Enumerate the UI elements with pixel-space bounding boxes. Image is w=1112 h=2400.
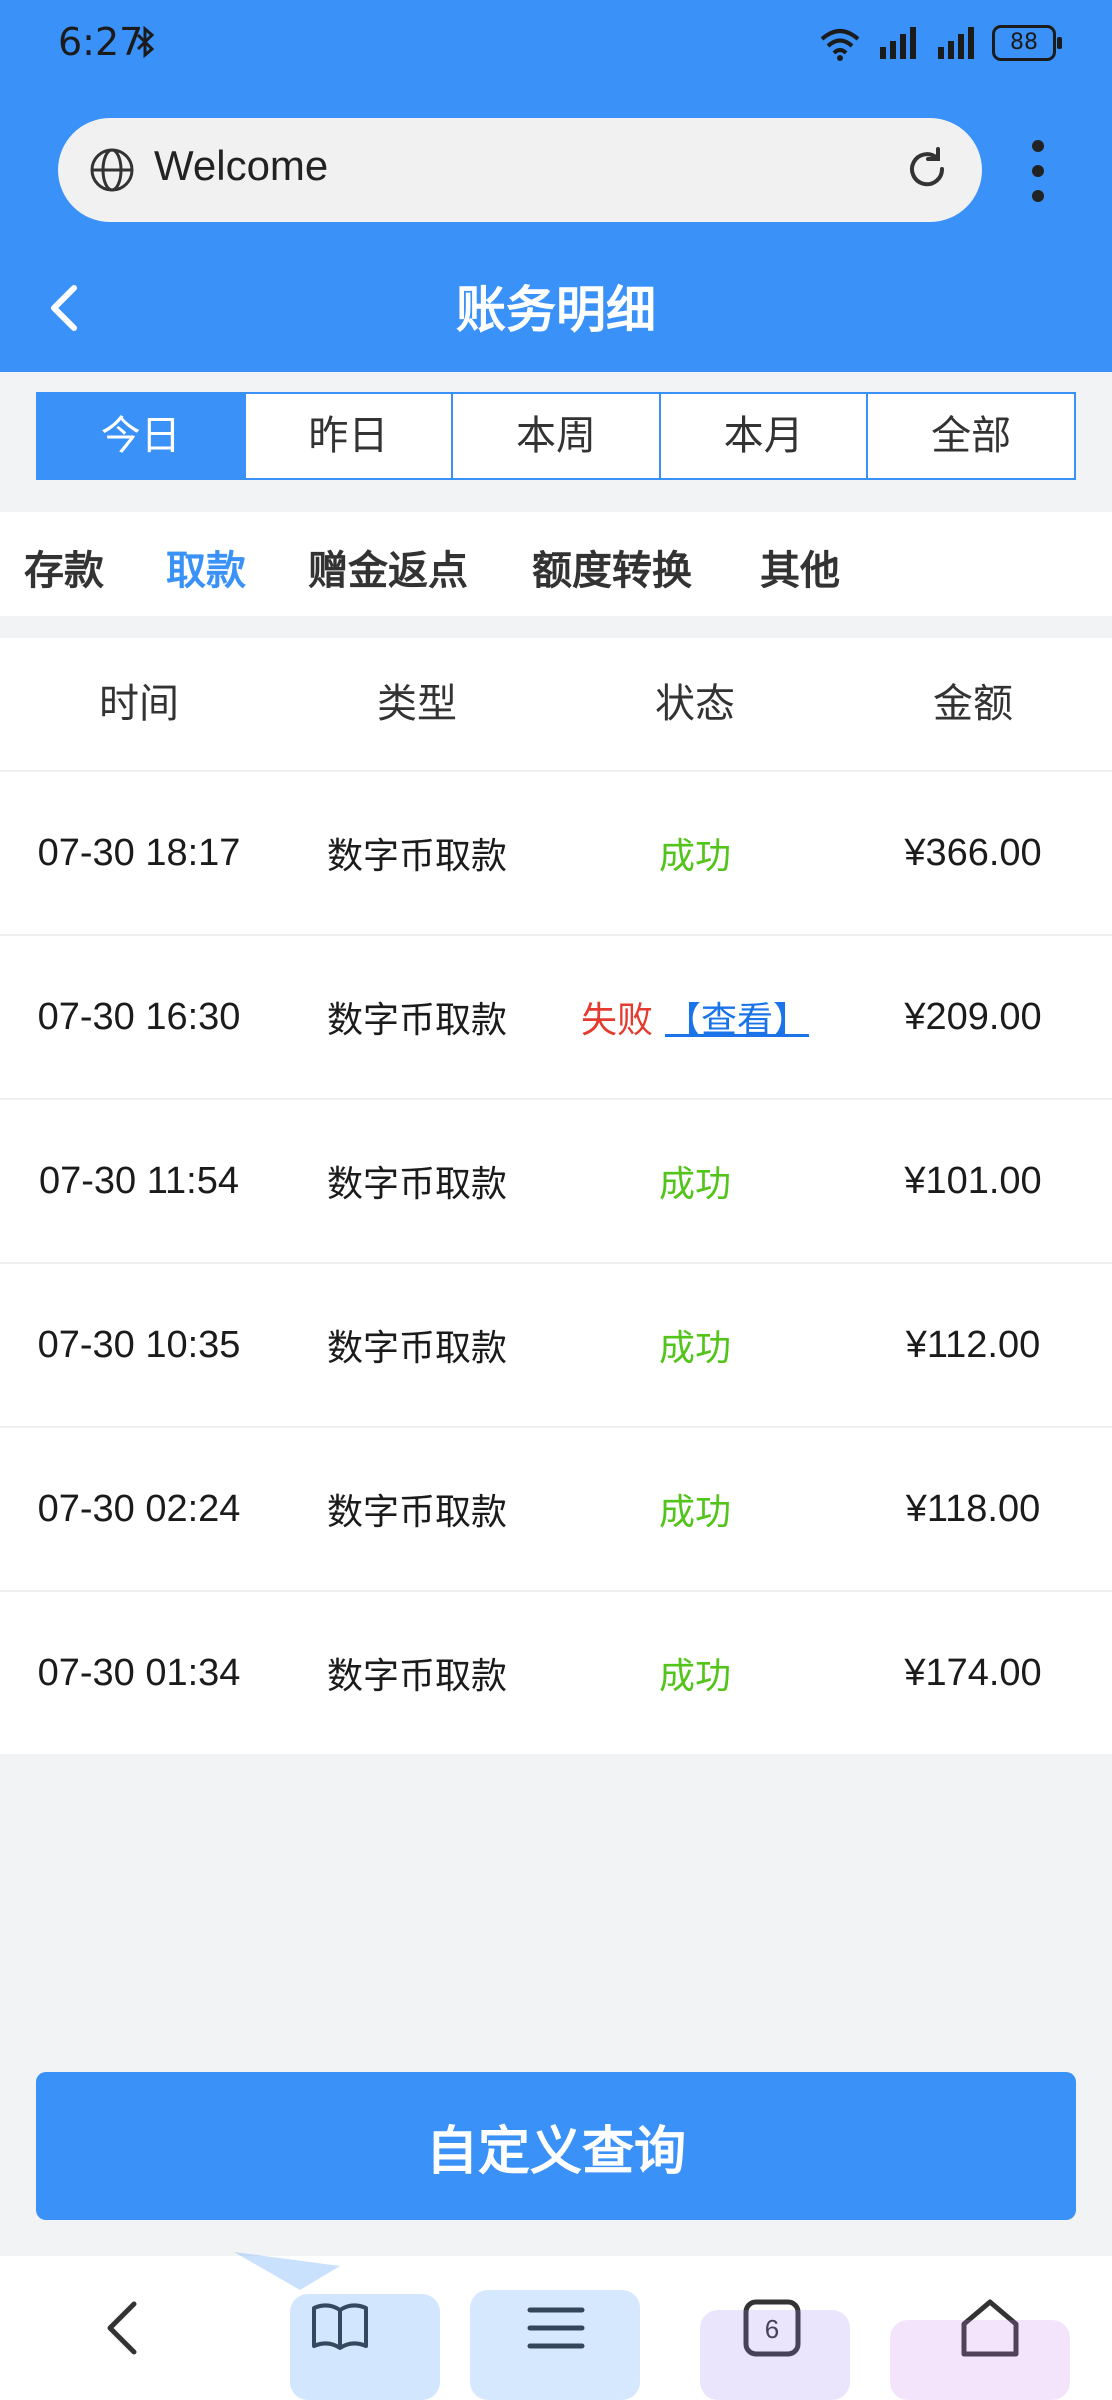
view-details-link[interactable]: 【查看】 — [665, 1000, 809, 1041]
tab-other[interactable]: 其他 — [760, 538, 840, 596]
row-type: 数字币取款 — [326, 836, 507, 877]
table-row: 07-30 10:35 数字币取款 成功 ¥112.00 — [0, 1264, 1112, 1428]
tab-withdraw[interactable]: 取款 — [166, 538, 246, 596]
row-status: 成功 — [658, 1656, 731, 1697]
tab-this-month[interactable]: 本月 — [658, 394, 867, 478]
table-row: 07-30 16:30 数字币取款 失败 【查看】 ¥209.00 — [0, 936, 1112, 1100]
reload-icon[interactable] — [902, 144, 952, 194]
tab-yesterday[interactable]: 昨日 — [243, 394, 452, 478]
bluetooth-icon — [136, 26, 155, 58]
table-row: 07-30 01:34 数字币取款 成功 ¥174.00 — [0, 1592, 1112, 1754]
signal-icon — [880, 27, 916, 59]
wifi-icon — [820, 29, 860, 61]
address-bar[interactable]: Welcome — [58, 118, 982, 222]
tab-all[interactable]: 全部 — [866, 394, 1074, 478]
column-header-status: 状态 — [655, 681, 735, 727]
custom-query-button[interactable]: 自定义查询 — [36, 2072, 1076, 2220]
more-icon[interactable] — [1028, 138, 1048, 204]
tab-today[interactable]: 今日 — [38, 394, 244, 478]
period-tabs: 今日 昨日 本周 本月 全部 — [36, 392, 1076, 480]
row-time: 07-30 01:34 — [37, 1651, 241, 1694]
tab-credit-transfer[interactable]: 额度转换 — [532, 538, 692, 596]
row-status-cell: 失败 【查看】 — [556, 991, 834, 1043]
table-header: 时间 类型 状态 金额 — [0, 638, 1112, 772]
row-status: 成功 — [658, 1328, 731, 1369]
status-time: 6:27 — [58, 20, 144, 64]
app-header: 6:27 88 Welcome 账务明细 — [0, 0, 1112, 372]
page: 6:27 88 Welcome 账务明细 今日 昨日 本周 本月 全部 存款 取… — [0, 0, 1112, 2400]
row-status: 成功 — [658, 836, 731, 877]
status-indicators: 88 — [818, 22, 1062, 64]
row-amount: ¥101.00 — [904, 1159, 1042, 1202]
row-type: 数字币取款 — [326, 1000, 507, 1041]
row-status: 成功 — [658, 1492, 731, 1533]
row-time: 07-30 11:54 — [38, 1159, 240, 1202]
battery-indicator: 88 — [992, 25, 1062, 61]
table-row: 07-30 11:54 数字币取款 成功 ¥101.00 — [0, 1100, 1112, 1264]
row-type: 数字币取款 — [326, 1328, 507, 1369]
row-amount: ¥112.00 — [905, 1323, 1041, 1366]
row-status: 失败 — [580, 1000, 653, 1041]
globe-icon — [90, 148, 134, 192]
row-amount: ¥118.00 — [905, 1487, 1041, 1530]
column-header-amount: 金额 — [933, 681, 1013, 727]
table-row: 07-30 02:24 数字币取款 成功 ¥118.00 — [0, 1428, 1112, 1592]
row-time: 07-30 10:35 — [37, 1323, 241, 1366]
signal-icon — [938, 27, 974, 59]
transaction-table: 时间 类型 状态 金额 07-30 18:17 数字币取款 成功 ¥366.00… — [0, 638, 1112, 1754]
column-header-time: 时间 — [99, 681, 179, 727]
page-title: 账务明细 — [456, 281, 656, 339]
row-amount: ¥366.00 — [904, 831, 1042, 874]
page-url-title: Welcome — [154, 142, 329, 189]
tab-deposit[interactable]: 存款 — [24, 538, 104, 596]
row-time: 07-30 18:17 — [37, 831, 241, 874]
category-tabs: 存款 取款 赠金返点 额度转换 其他 — [0, 512, 1112, 616]
row-amount: ¥209.00 — [904, 995, 1042, 1038]
watermark-logo-icon — [234, 2252, 1070, 2400]
row-time: 07-30 16:30 — [37, 995, 241, 1038]
row-type: 数字币取款 — [326, 1656, 507, 1697]
table-row: 07-30 18:17 数字币取款 成功 ¥366.00 — [0, 772, 1112, 936]
row-type: 数字币取款 — [326, 1492, 507, 1533]
tab-bonus-rebate[interactable]: 赠金返点 — [308, 538, 468, 596]
row-status: 成功 — [658, 1164, 731, 1205]
row-type: 数字币取款 — [326, 1164, 507, 1205]
tab-this-week[interactable]: 本周 — [451, 394, 659, 478]
row-amount: ¥174.00 — [904, 1651, 1042, 1694]
column-header-type: 类型 — [377, 681, 457, 727]
back-icon[interactable] — [92, 2296, 156, 2360]
row-time: 07-30 02:24 — [37, 1487, 241, 1530]
